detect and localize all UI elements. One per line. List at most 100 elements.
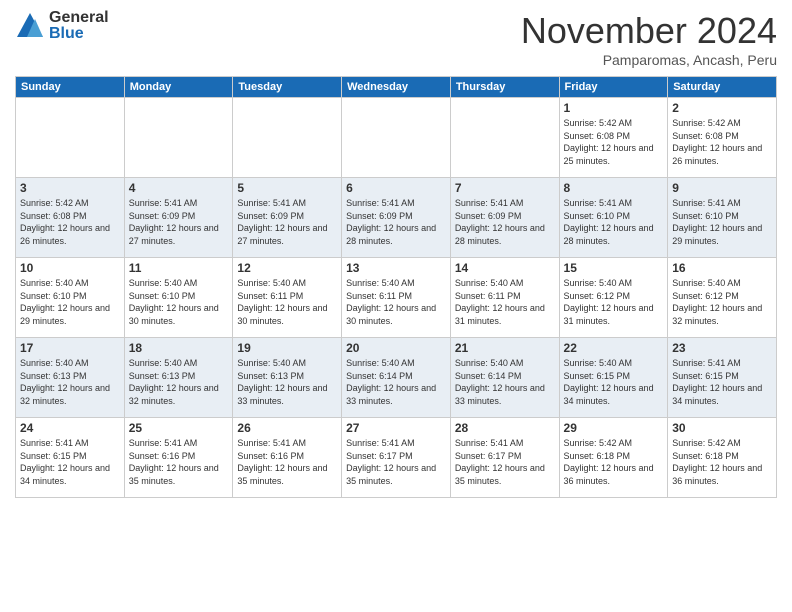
day-number: 15 [564, 261, 664, 275]
table-row: 7 Sunrise: 5:41 AM Sunset: 6:09 PM Daylig… [450, 178, 559, 258]
day-number: 13 [346, 261, 446, 275]
col-wednesday: Wednesday [342, 77, 451, 98]
day-number: 8 [564, 181, 664, 195]
day-info: Sunrise: 5:41 AM Sunset: 6:17 PM Dayligh… [346, 437, 446, 487]
title-section: November 2024 Pamparomas, Ancash, Peru [521, 10, 777, 68]
table-row: 8 Sunrise: 5:41 AM Sunset: 6:10 PM Daylig… [559, 178, 668, 258]
table-row [16, 98, 125, 178]
table-row: 24Sunrise: 5:41 AM Sunset: 6:15 PM Dayli… [16, 418, 125, 498]
table-row [233, 98, 342, 178]
day-info: Sunrise: 5:40 AM Sunset: 6:15 PM Dayligh… [564, 357, 664, 407]
table-row: 10Sunrise: 5:40 AM Sunset: 6:10 PM Dayli… [16, 258, 125, 338]
day-info: Sunrise: 5:41 AM Sunset: 6:16 PM Dayligh… [237, 437, 337, 487]
day-number: 2 [672, 101, 772, 115]
table-row: 22Sunrise: 5:40 AM Sunset: 6:15 PM Dayli… [559, 338, 668, 418]
day-info: Sunrise: 5:42 AM Sunset: 6:08 PM Dayligh… [672, 117, 772, 167]
table-row: 23 Sunrise: 5:41 AM Sunset: 6:15 PM Dayli… [668, 338, 777, 418]
day-number: 18 [129, 341, 229, 355]
table-row: 1 Sunrise: 5:42 AM Sunset: 6:08 PM Daylig… [559, 98, 668, 178]
table-row: 9 Sunrise: 5:41 AM Sunset: 6:10 PM Daylig… [668, 178, 777, 258]
logo-general: General [49, 10, 109, 26]
day-info: Sunrise: 5:40 AM Sunset: 6:12 PM Dayligh… [672, 277, 772, 327]
table-row: 15 Sunrise: 5:40 AM Sunset: 6:12 PM Dayli… [559, 258, 668, 338]
day-info: Sunrise: 5:41 AM Sunset: 6:09 PM Dayligh… [346, 197, 446, 247]
day-info: Sunrise: 5:41 AM Sunset: 6:09 PM Dayligh… [237, 197, 337, 247]
day-info: Sunrise: 5:40 AM Sunset: 6:13 PM Dayligh… [129, 357, 229, 407]
day-info: Sunrise: 5:41 AM Sunset: 6:10 PM Dayligh… [564, 197, 664, 247]
col-saturday: Saturday [668, 77, 777, 98]
table-row: 21 Sunrise: 5:40 AM Sunset: 6:14 PM Dayli… [450, 338, 559, 418]
day-number: 10 [20, 261, 120, 275]
calendar-week-row: 10Sunrise: 5:40 AM Sunset: 6:10 PM Dayli… [16, 258, 777, 338]
logo-text: General Blue [49, 10, 109, 42]
day-number: 4 [129, 181, 229, 195]
calendar-week-row: 1 Sunrise: 5:42 AM Sunset: 6:08 PM Daylig… [16, 98, 777, 178]
day-info: Sunrise: 5:40 AM Sunset: 6:11 PM Dayligh… [455, 277, 555, 327]
day-number: 3 [20, 181, 120, 195]
table-row: 29Sunrise: 5:42 AM Sunset: 6:18 PM Dayli… [559, 418, 668, 498]
day-number: 27 [346, 421, 446, 435]
table-row [342, 98, 451, 178]
col-sunday: Sunday [16, 77, 125, 98]
day-info: Sunrise: 5:42 AM Sunset: 6:18 PM Dayligh… [672, 437, 772, 487]
table-row: 13 Sunrise: 5:40 AM Sunset: 6:11 PM Dayli… [342, 258, 451, 338]
calendar-week-row: 24Sunrise: 5:41 AM Sunset: 6:15 PM Dayli… [16, 418, 777, 498]
day-info: Sunrise: 5:42 AM Sunset: 6:08 PM Dayligh… [20, 197, 120, 247]
day-info: Sunrise: 5:40 AM Sunset: 6:13 PM Dayligh… [20, 357, 120, 407]
day-number: 1 [564, 101, 664, 115]
table-row: 19 Sunrise: 5:40 AM Sunset: 6:13 PM Dayli… [233, 338, 342, 418]
day-info: Sunrise: 5:40 AM Sunset: 6:12 PM Dayligh… [564, 277, 664, 327]
day-info: Sunrise: 5:41 AM Sunset: 6:16 PM Dayligh… [129, 437, 229, 487]
day-number: 5 [237, 181, 337, 195]
table-row: 4 Sunrise: 5:41 AM Sunset: 6:09 PM Daylig… [124, 178, 233, 258]
day-info: Sunrise: 5:42 AM Sunset: 6:08 PM Dayligh… [564, 117, 664, 167]
table-row: 16Sunrise: 5:40 AM Sunset: 6:12 PM Dayli… [668, 258, 777, 338]
table-row: 27 Sunrise: 5:41 AM Sunset: 6:17 PM Dayli… [342, 418, 451, 498]
day-number: 28 [455, 421, 555, 435]
day-number: 19 [237, 341, 337, 355]
day-info: Sunrise: 5:41 AM Sunset: 6:09 PM Dayligh… [129, 197, 229, 247]
table-row [450, 98, 559, 178]
table-row [124, 98, 233, 178]
day-info: Sunrise: 5:40 AM Sunset: 6:13 PM Dayligh… [237, 357, 337, 407]
day-number: 11 [129, 261, 229, 275]
table-row: 14Sunrise: 5:40 AM Sunset: 6:11 PM Dayli… [450, 258, 559, 338]
day-number: 26 [237, 421, 337, 435]
table-row: 18 Sunrise: 5:40 AM Sunset: 6:13 PM Dayli… [124, 338, 233, 418]
col-monday: Monday [124, 77, 233, 98]
page: General Blue November 2024 Pamparomas, A… [0, 0, 792, 612]
day-number: 17 [20, 341, 120, 355]
calendar-week-row: 17 Sunrise: 5:40 AM Sunset: 6:13 PM Dayli… [16, 338, 777, 418]
table-row: 6Sunrise: 5:41 AM Sunset: 6:09 PM Daylig… [342, 178, 451, 258]
table-row: 28 Sunrise: 5:41 AM Sunset: 6:17 PM Dayli… [450, 418, 559, 498]
table-row: 11Sunrise: 5:40 AM Sunset: 6:10 PM Dayli… [124, 258, 233, 338]
col-friday: Friday [559, 77, 668, 98]
day-info: Sunrise: 5:40 AM Sunset: 6:11 PM Dayligh… [346, 277, 446, 327]
table-row: 3 Sunrise: 5:42 AM Sunset: 6:08 PM Daylig… [16, 178, 125, 258]
day-number: 7 [455, 181, 555, 195]
header: General Blue November 2024 Pamparomas, A… [15, 10, 777, 68]
day-info: Sunrise: 5:41 AM Sunset: 6:09 PM Dayligh… [455, 197, 555, 247]
day-info: Sunrise: 5:41 AM Sunset: 6:10 PM Dayligh… [672, 197, 772, 247]
day-number: 23 [672, 341, 772, 355]
day-info: Sunrise: 5:42 AM Sunset: 6:18 PM Dayligh… [564, 437, 664, 487]
day-info: Sunrise: 5:40 AM Sunset: 6:11 PM Dayligh… [237, 277, 337, 327]
day-number: 9 [672, 181, 772, 195]
table-row: 20Sunrise: 5:40 AM Sunset: 6:14 PM Dayli… [342, 338, 451, 418]
day-number: 21 [455, 341, 555, 355]
table-row: 25Sunrise: 5:41 AM Sunset: 6:16 PM Dayli… [124, 418, 233, 498]
day-number: 20 [346, 341, 446, 355]
col-tuesday: Tuesday [233, 77, 342, 98]
day-number: 24 [20, 421, 120, 435]
col-thursday: Thursday [450, 77, 559, 98]
logo-icon [15, 11, 45, 41]
calendar-table: Sunday Monday Tuesday Wednesday Thursday… [15, 76, 777, 498]
day-number: 12 [237, 261, 337, 275]
calendar-header-row: Sunday Monday Tuesday Wednesday Thursday… [16, 77, 777, 98]
day-info: Sunrise: 5:41 AM Sunset: 6:17 PM Dayligh… [455, 437, 555, 487]
day-info: Sunrise: 5:41 AM Sunset: 6:15 PM Dayligh… [672, 357, 772, 407]
table-row: 26 Sunrise: 5:41 AM Sunset: 6:16 PM Dayli… [233, 418, 342, 498]
day-info: Sunrise: 5:40 AM Sunset: 6:14 PM Dayligh… [455, 357, 555, 407]
location-subtitle: Pamparomas, Ancash, Peru [521, 52, 777, 68]
day-number: 30 [672, 421, 772, 435]
